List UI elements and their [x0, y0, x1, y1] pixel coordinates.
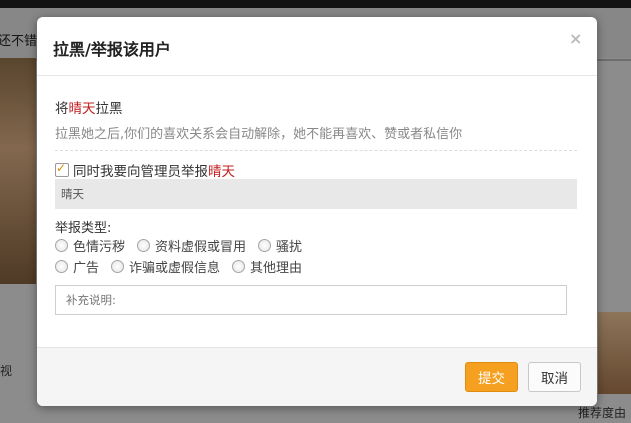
supplementary-note-input[interactable] — [55, 285, 567, 315]
report-to-admin-option[interactable]: 同时我要向管理员举报晴天 — [55, 160, 235, 180]
report-type-row-1: 色情污秽 资料虚假或冒用 骚扰 — [55, 236, 314, 255]
blocked-user-name: 晴天 — [68, 101, 96, 117]
block-description: 拉黑她之后,你们的喜欢关系会自动解除，她不能再喜欢、赞或者私信你 — [55, 123, 577, 151]
radio-button[interactable] — [55, 239, 68, 252]
cancel-button[interactable]: 取消 — [528, 362, 581, 392]
block-suffix: 拉黑 — [95, 101, 123, 117]
radio-label: 骚扰 — [276, 240, 303, 255]
dialog-footer: 提交 取消 — [37, 347, 597, 406]
report-type-ads[interactable]: 广告 — [55, 257, 99, 276]
report-type-row-2: 广告 诈骗或虚假信息 其他理由 — [55, 257, 314, 276]
report-type-fake-profile[interactable]: 资料虚假或冒用 — [137, 236, 246, 255]
report-type-porn[interactable]: 色情污秽 — [55, 236, 125, 255]
radio-button[interactable] — [111, 260, 125, 273]
radio-label: 广告 — [73, 261, 100, 276]
report-type-harassment[interactable]: 骚扰 — [258, 236, 302, 255]
submit-button[interactable]: 提交 — [465, 362, 518, 392]
report-type-label: 举报类型: — [55, 221, 112, 236]
radio-button[interactable] — [137, 239, 151, 252]
report-checkbox[interactable] — [55, 161, 69, 177]
report-user-name: 晴天 — [208, 164, 235, 180]
report-type-fraud[interactable]: 诈骗或虚假信息 — [111, 257, 220, 276]
radio-label: 诈骗或虚假信息 — [129, 261, 221, 276]
block-statement: 将晴天拉黑 — [55, 97, 123, 117]
dialog-title: 拉黑/举报该用户 — [53, 40, 171, 59]
block-prefix: 将 — [55, 101, 69, 117]
report-type-other[interactable]: 其他理由 — [232, 257, 302, 276]
radio-button[interactable] — [232, 260, 246, 273]
block-report-dialog: 拉黑/举报该用户 × 将晴天拉黑 拉黑她之后,你们的喜欢关系会自动解除，她不能再… — [37, 17, 597, 406]
radio-button[interactable] — [258, 239, 272, 252]
radio-label: 资料虚假或冒用 — [155, 240, 247, 255]
close-icon[interactable]: × — [569, 29, 582, 48]
radio-button[interactable] — [55, 260, 68, 273]
report-checkbox-label: 同时我要向管理员举报 — [73, 164, 208, 180]
radio-label: 色情污秽 — [73, 240, 126, 255]
radio-label: 其他理由 — [250, 261, 303, 276]
report-target-name: 晴天 — [55, 179, 577, 209]
dialog-header: 拉黑/举报该用户 × — [37, 17, 597, 76]
